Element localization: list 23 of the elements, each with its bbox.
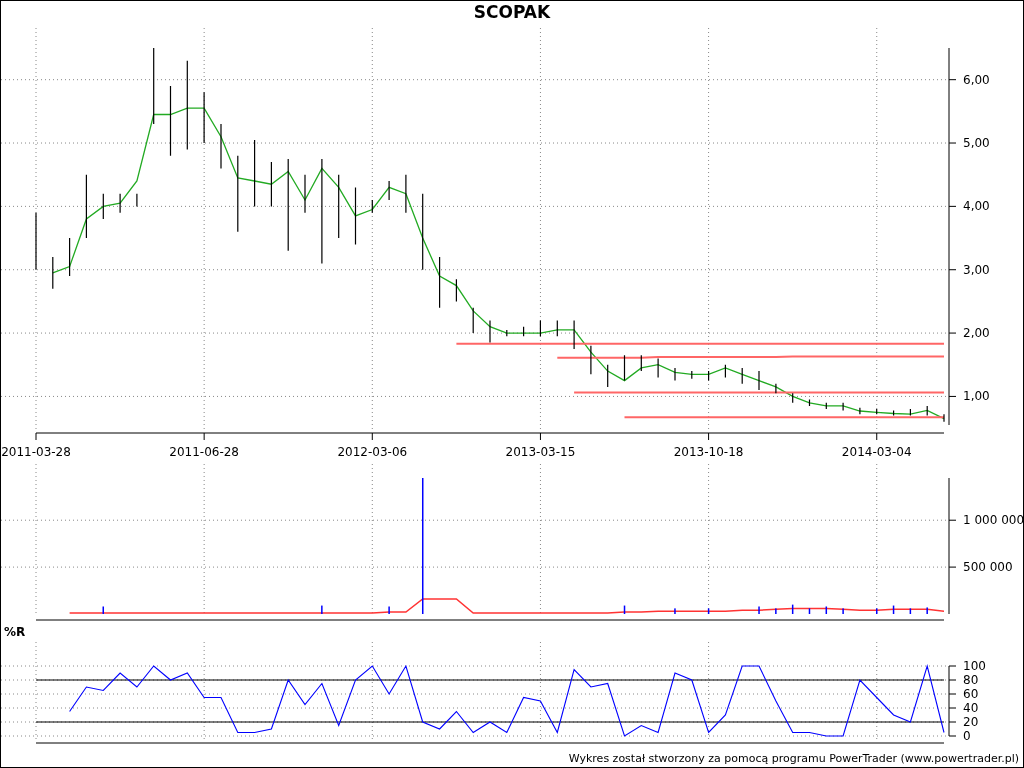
date-label: 2013-03-15 xyxy=(505,445,576,459)
date-label: 2011-06-28 xyxy=(169,445,239,459)
chart-title: SCOPAK xyxy=(472,1,552,24)
price-tick-label: 4,00 xyxy=(963,199,990,214)
williams-r-tick-label: 0 xyxy=(963,729,971,743)
williams-r-tick-label: 40 xyxy=(963,701,979,715)
date-label: 2012-03-06 xyxy=(337,445,408,459)
footer-credit: Wykres został stworzony za pomocą programu PowerTrader (www.powertrader.pl) xyxy=(568,752,1019,765)
williams-r-tick-label: 80 xyxy=(963,673,979,687)
williams-r-tick-label: 60 xyxy=(963,687,979,701)
volume-tick-label: 1 000 000 xyxy=(963,513,1023,528)
price-tick-label: 3,00 xyxy=(963,262,990,277)
date-label: 2014-03-04 xyxy=(841,445,912,459)
date-label: 2013-10-18 xyxy=(673,445,744,459)
williams-r-tick-label: 20 xyxy=(963,715,979,729)
date-label: 2011-03-28 xyxy=(1,445,71,459)
volume-tick-label: 500 000 xyxy=(963,560,1013,575)
williams-r-tick-label: 100 xyxy=(963,659,986,673)
price-tick-label: 6,00 xyxy=(963,72,990,87)
indicator-label: %R xyxy=(3,624,26,641)
price-tick-label: 5,00 xyxy=(963,136,990,150)
price-tick-label: 2,00 xyxy=(963,326,990,341)
price-tick-label: 1,00 xyxy=(963,389,990,404)
